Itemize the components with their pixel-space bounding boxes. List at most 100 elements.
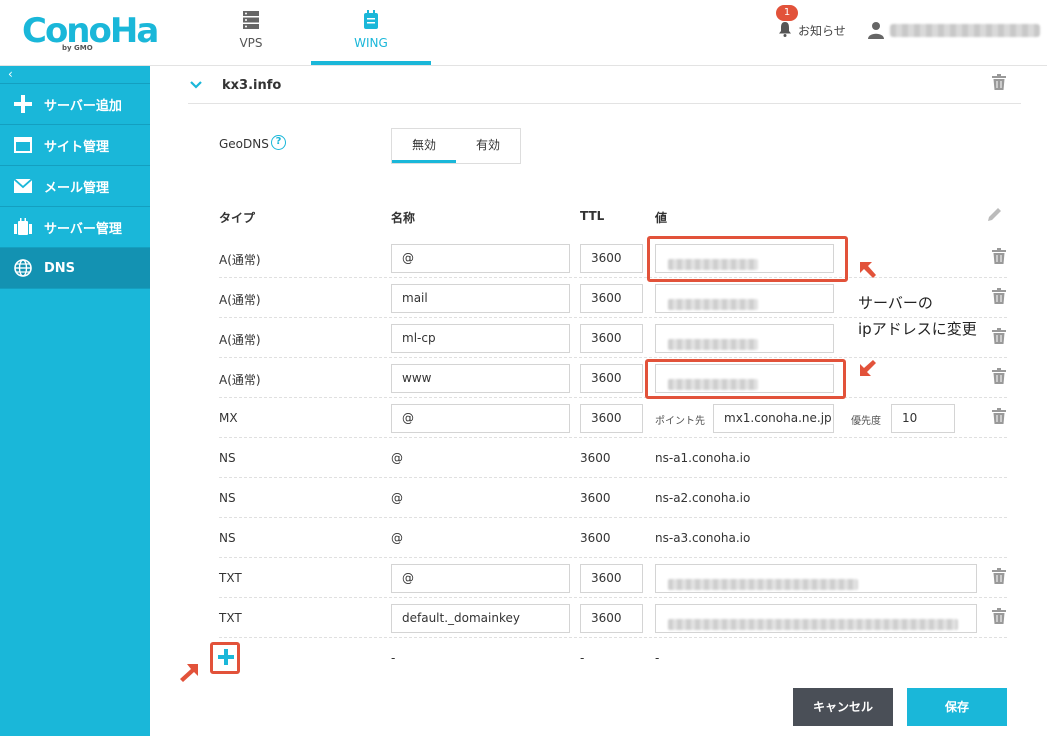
record-ttl-input[interactable]: 3600 [580,364,643,393]
record-type: TXT [219,571,242,585]
logo-sub: by GMO [62,44,93,52]
geodns-option-on[interactable]: 有効 [456,129,520,163]
chevron-down-icon[interactable] [190,78,202,92]
user-icon [868,21,884,42]
trash-icon[interactable] [992,408,1006,424]
mx-point-label: ポイント先 [655,416,705,427]
header-type: タイプ [219,211,256,225]
server-icon [242,10,260,33]
trash-icon[interactable] [992,368,1006,384]
mx-point-input[interactable]: mx1.conoha.ne.jp [713,404,834,433]
trash-icon[interactable] [992,568,1006,584]
record-ttl-input[interactable]: 3600 [580,324,643,353]
server-manage-icon [12,217,34,237]
record-ttl-input[interactable]: 3600 [580,404,643,433]
record-value-input[interactable] [655,564,977,593]
record-name-input[interactable]: @ [391,564,570,593]
edit-pencil-icon[interactable] [986,207,1002,226]
table-row: TXT default._domainkey 3600 [219,598,1007,638]
record-ttl-input[interactable]: 3600 [580,604,643,633]
tab-wing[interactable]: WING [311,0,431,65]
notice-button[interactable]: 1 お知らせ [776,5,856,42]
mx-priority-input[interactable]: 10 [891,404,955,433]
sidebar-item-server[interactable]: サーバー管理 [0,207,150,248]
mx-priority-label: 優先度 [851,416,881,427]
record-name-input[interactable]: ml-cp [391,324,570,353]
annotation-arrow-icon [178,662,200,687]
sidebar-item-label: DNS [44,260,76,276]
record-name-input[interactable]: @ [391,244,570,273]
domain-header[interactable]: kx3.info [188,66,1021,104]
highlight-box [647,236,848,282]
record-value-input[interactable] [655,324,834,353]
record-type: MX [219,411,238,425]
conoha-logo[interactable]: ConoHa by GMO [22,10,159,56]
sidebar: ‹ サーバー追加 サイト管理 メール管理 サーバー管理 DNS [0,66,150,736]
header-name: 名称 [391,211,416,225]
sidebar-item-dns[interactable]: DNS [0,248,150,289]
user-name-blurred [890,24,1040,37]
sidebar-collapse-toggle[interactable]: ‹ [0,66,150,84]
record-name-input[interactable]: mail [391,284,570,313]
record-ttl-input[interactable]: 3600 [580,284,643,313]
cancel-button[interactable]: キャンセル [793,688,893,726]
table-row: A(通常) @ 3600 [219,238,1007,278]
value-blurred [668,339,758,350]
record-value: ns-a3.conoha.io [655,531,751,545]
record-name-input[interactable]: www [391,364,570,393]
delete-domain-trash-icon[interactable] [992,74,1006,90]
record-value: ns-a2.conoha.io [655,491,751,505]
new-record-row: - - - [219,638,1007,678]
sidebar-item-mail[interactable]: メール管理 [0,166,150,207]
value-blurred [668,579,858,590]
window-icon [12,135,34,155]
record-name: @ [391,531,403,545]
record-name-input[interactable]: @ [391,404,570,433]
trash-icon[interactable] [992,248,1006,264]
record-value-input[interactable] [655,284,834,313]
new-name-placeholder: - [391,651,396,665]
annotation-note: サーバーの ipアドレスに変更 [858,290,977,342]
record-type: A(通常) [219,253,261,267]
sidebar-item-site[interactable]: サイト管理 [0,125,150,166]
annotation-arrow-icon [858,260,878,283]
table-row: NS @ 3600 ns-a2.conoha.io [219,478,1007,518]
wing-icon [362,10,380,33]
record-value: ns-a1.conoha.io [655,451,751,465]
table-row: NS @ 3600 ns-a1.conoha.io [219,438,1007,478]
annotation-line-1: サーバーの [858,294,933,312]
highlight-box [645,359,846,399]
value-blurred [668,619,958,630]
user-menu[interactable] [866,20,1046,42]
record-name-input[interactable]: default._domainkey [391,604,570,633]
trash-icon[interactable] [992,328,1006,344]
trash-icon[interactable] [992,288,1006,304]
annotation-arrow-icon [858,358,878,381]
bell-icon [778,21,792,40]
table-row: MX @ 3600 ポイント先 mx1.conoha.ne.jp 優先度 10 [219,398,1007,438]
sidebar-item-add-server[interactable]: サーバー追加 [0,84,150,125]
record-ttl-input[interactable]: 3600 [580,564,643,593]
help-icon[interactable]: ? [271,135,286,150]
tab-vps-label: VPS [239,36,263,50]
new-value-placeholder: - [655,651,660,665]
tab-vps[interactable]: VPS [191,0,311,65]
record-ttl: 3600 [580,451,611,465]
annotation-line-2: ipアドレスに変更 [858,320,977,338]
main-content: kx3.info GeoDNS ? 無効 有効 タイプ 名称 TTL 値 A(通… [150,66,1047,736]
header-value: 値 [655,211,668,225]
geodns-option-off[interactable]: 無効 [392,129,456,163]
record-value-input[interactable] [655,604,977,633]
sidebar-item-label: サーバー管理 [44,221,122,237]
table-row: A(通常) www 3600 [219,358,1007,398]
trash-icon[interactable] [992,608,1006,624]
notice-label: お知らせ [798,24,846,38]
record-ttl-input[interactable]: 3600 [580,244,643,273]
geodns-label: GeoDNS [219,137,269,151]
header-ttl: TTL [580,209,605,223]
notice-badge: 1 [776,5,798,21]
record-name: @ [391,491,403,505]
table-row: NS @ 3600 ns-a3.conoha.io [219,518,1007,558]
record-type: NS [219,531,236,545]
save-button[interactable]: 保存 [907,688,1007,726]
